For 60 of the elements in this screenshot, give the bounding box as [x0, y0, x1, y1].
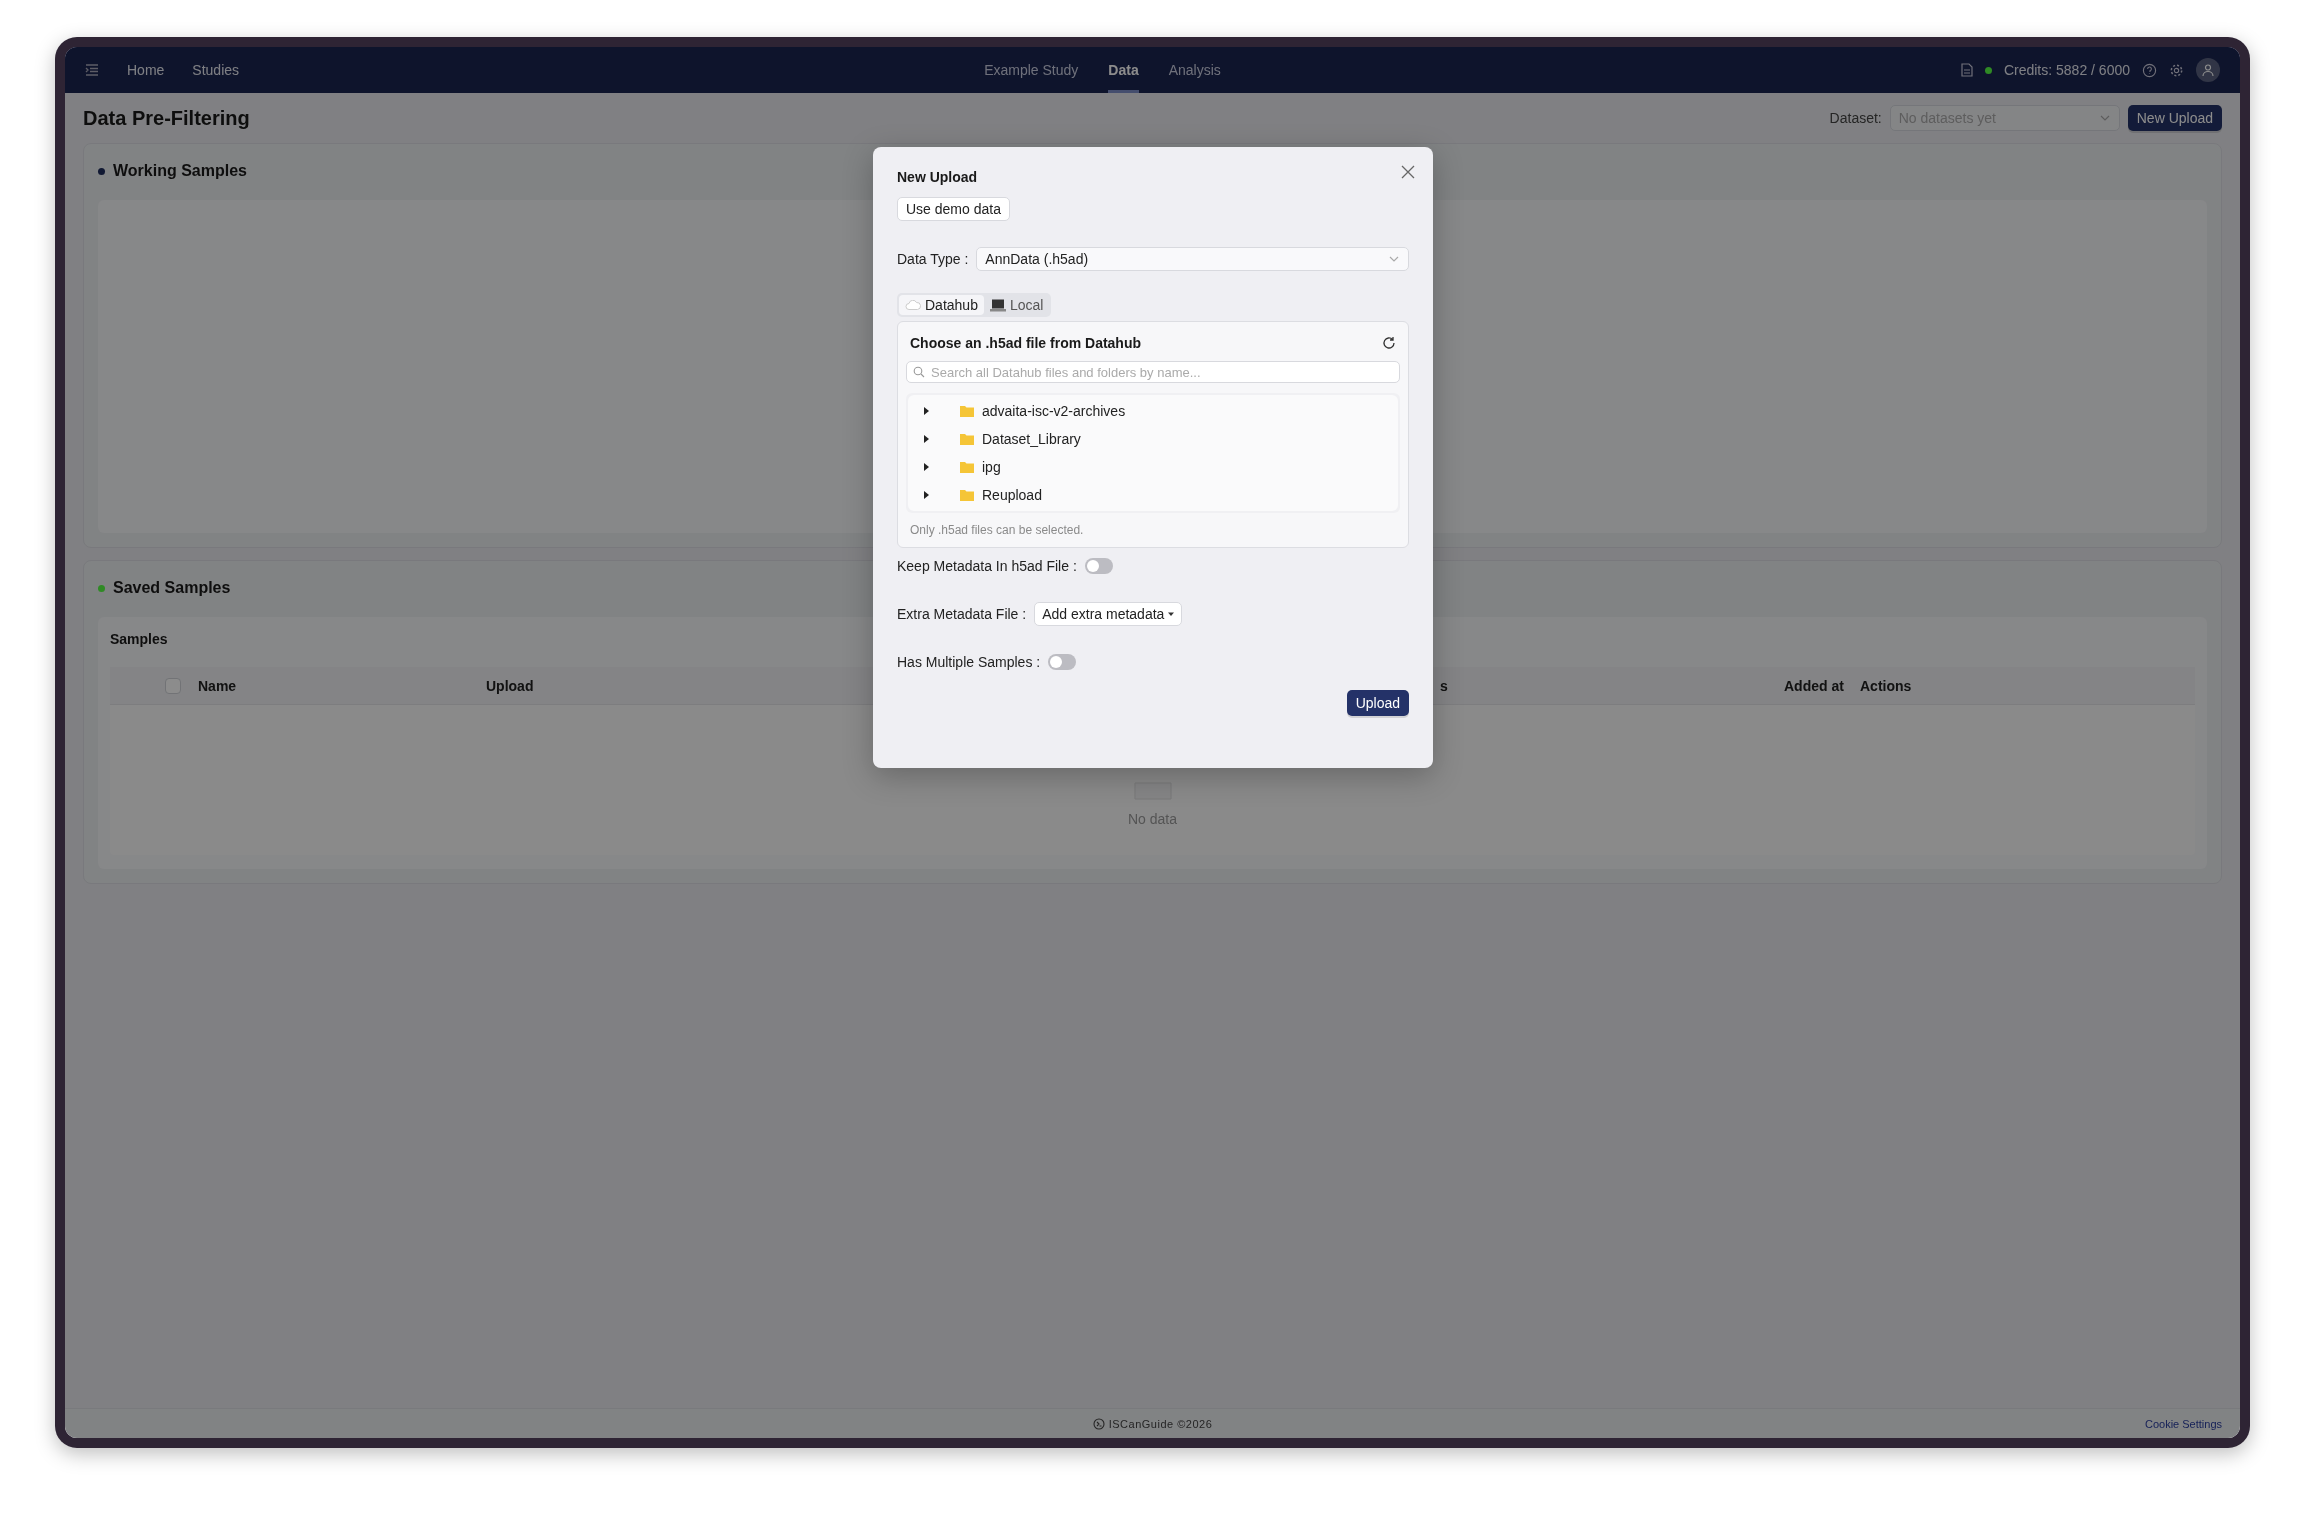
column-header: Actions — [1860, 677, 1913, 694]
column-header: Name — [198, 677, 238, 694]
folder-icon — [960, 489, 974, 501]
user-avatar[interactable] — [2196, 58, 2220, 82]
nav-link[interactable]: Home — [127, 62, 165, 78]
nav-tab[interactable]: Data — [1108, 47, 1139, 93]
column-header: s — [1440, 677, 1449, 694]
folder-icon — [960, 461, 974, 473]
document-icon[interactable] — [1960, 63, 1973, 77]
menu-icon[interactable] — [85, 64, 99, 76]
nav-tab[interactable]: Analysis — [1168, 47, 1221, 93]
tree-item[interactable]: Dataset_Library — [908, 425, 1398, 453]
new-upload-button[interactable]: New Upload — [2127, 105, 2222, 131]
dataset-label: Dataset: — [1829, 110, 1882, 126]
refresh-icon[interactable] — [1382, 336, 1396, 350]
source-tab[interactable]: Datahub — [899, 295, 984, 315]
expand-caret-icon[interactable] — [922, 407, 930, 415]
toggle-switch[interactable] — [1048, 654, 1077, 670]
footer-brand: ISCanGuide ©2026 — [1092, 1417, 1213, 1430]
section-title: Working Samples — [113, 162, 247, 180]
hint-text: Only .h5ad files can be selected. — [909, 523, 1085, 537]
field-label: Has Multiple Samples : — [897, 654, 1041, 670]
extra-metadata-dropdown[interactable]: Add extra metadata — [1034, 602, 1183, 626]
demo-data-button[interactable]: Use demo data — [897, 197, 1010, 221]
field-label: Keep Metadata In h5ad File : — [897, 558, 1077, 574]
source-tab[interactable]: Local — [983, 295, 1050, 315]
search-field[interactable]: Search all Datahub files and folders by name... — [906, 361, 1400, 383]
credits-text: Credits: 5882 / 6000 — [2003, 62, 2130, 78]
cloud-icon — [905, 300, 921, 310]
browser-title: Choose an .h5ad file from Datahub — [910, 335, 1142, 351]
select-all-checkbox[interactable] — [165, 677, 181, 694]
expand-caret-icon[interactable] — [922, 491, 930, 499]
card-title: Samples — [110, 631, 169, 647]
cookie-settings-link[interactable]: Cookie Settings — [2144, 1417, 2222, 1430]
section-title: Saved Samples — [113, 579, 231, 597]
field-label: Data Type : — [897, 251, 969, 267]
expand-caret-icon[interactable] — [922, 435, 930, 443]
column-header: Added at — [1784, 677, 1845, 694]
dialog-title: New Upload — [897, 169, 979, 185]
tree-item[interactable]: ipg — [908, 453, 1398, 481]
search-input[interactable]: Search all Datahub files and folders by name... — [929, 363, 1393, 381]
column-header: Upload — [486, 677, 535, 694]
tree-item[interactable]: advaita-isc-v2-archives — [908, 397, 1398, 425]
nav-link[interactable]: Studies — [192, 62, 240, 78]
settings-icon[interactable] — [2169, 62, 2184, 78]
expand-caret-icon[interactable] — [922, 463, 930, 471]
nav-tab[interactable]: Example Study — [984, 47, 1079, 93]
data-type-select[interactable]: AnnData (.h5ad) — [976, 247, 1409, 271]
folder-icon — [960, 433, 974, 445]
toggle-switch[interactable] — [1084, 558, 1113, 574]
page-title: Data Pre-Filtering — [83, 106, 251, 130]
folder-icon — [960, 405, 974, 417]
laptop-icon — [989, 298, 1006, 312]
tree-item[interactable]: Reupload — [908, 481, 1398, 509]
close-icon[interactable] — [1399, 163, 1417, 181]
search-icon — [913, 366, 925, 378]
logo-icon — [1092, 1417, 1105, 1430]
upload-button[interactable]: Upload — [1346, 690, 1409, 716]
help-icon[interactable] — [2142, 62, 2157, 78]
field-label: Extra Metadata File : — [897, 606, 1027, 622]
